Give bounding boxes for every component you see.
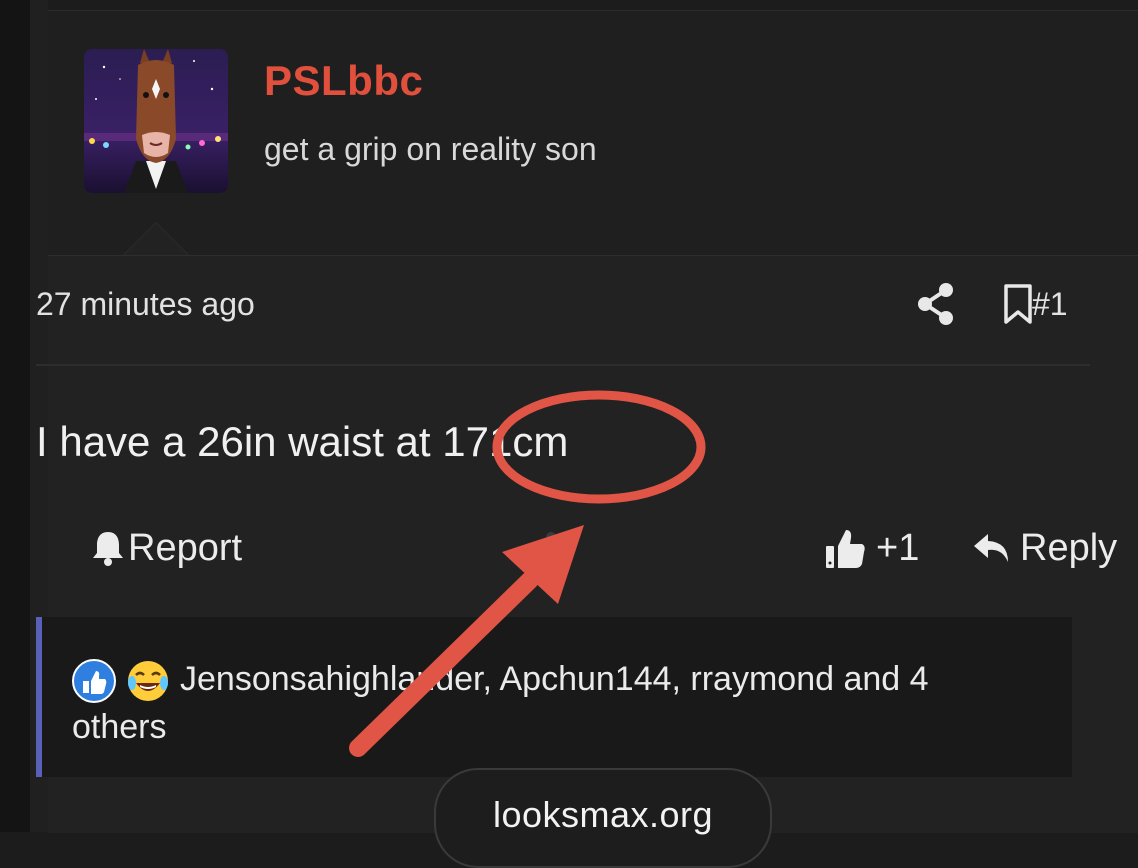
divider bbox=[36, 364, 1090, 366]
like-count: +1 bbox=[876, 526, 920, 569]
post-actions: Report +1 Reply bbox=[36, 520, 1117, 580]
bojack-horseman-avatar-icon bbox=[84, 49, 228, 193]
site-watermark: looksmax.org bbox=[492, 794, 714, 835]
reply-label: Reply bbox=[1020, 526, 1118, 569]
reply-icon bbox=[974, 534, 1008, 562]
report-label: Report bbox=[128, 526, 243, 569]
reactions-bar[interactable]: Jensonsahighlander, Apchun144, rraymond … bbox=[36, 617, 1072, 777]
speech-pointer bbox=[124, 223, 188, 255]
username[interactable]: PSLbbc bbox=[264, 57, 423, 105]
site-watermark-pill: looksmax.org bbox=[434, 768, 772, 868]
avatar[interactable] bbox=[84, 49, 228, 193]
post-meta-row: 27 minutes ago #1 bbox=[36, 282, 1090, 332]
separator-dot bbox=[546, 532, 556, 542]
left-rail bbox=[0, 0, 30, 832]
user-title: get a grip on reality son bbox=[264, 131, 597, 167]
bell-icon bbox=[93, 532, 123, 566]
user-info-block: PSLbbc get a grip on reality son bbox=[48, 11, 1138, 256]
share-icon[interactable] bbox=[916, 282, 956, 326]
like-reaction-icon bbox=[72, 659, 116, 704]
like-button[interactable]: +1 bbox=[824, 520, 919, 576]
post-number[interactable]: #1 bbox=[1032, 286, 1068, 323]
report-button[interactable]: Report bbox=[90, 520, 242, 576]
post-timestamp[interactable]: 27 minutes ago bbox=[36, 286, 255, 323]
laugh-cry-reaction-icon bbox=[126, 659, 170, 703]
post-message: I have a 26in waist at 171cm bbox=[36, 418, 569, 465]
reply-button[interactable]: Reply bbox=[972, 520, 1117, 576]
thumbs-up-icon bbox=[826, 530, 865, 568]
reaction-summary[interactable]: Jensonsahighlander, Apchun144, rraymond … bbox=[72, 655, 1032, 751]
reaction-users: Jensonsahighlander, Apchun144, rraymond … bbox=[72, 660, 929, 747]
